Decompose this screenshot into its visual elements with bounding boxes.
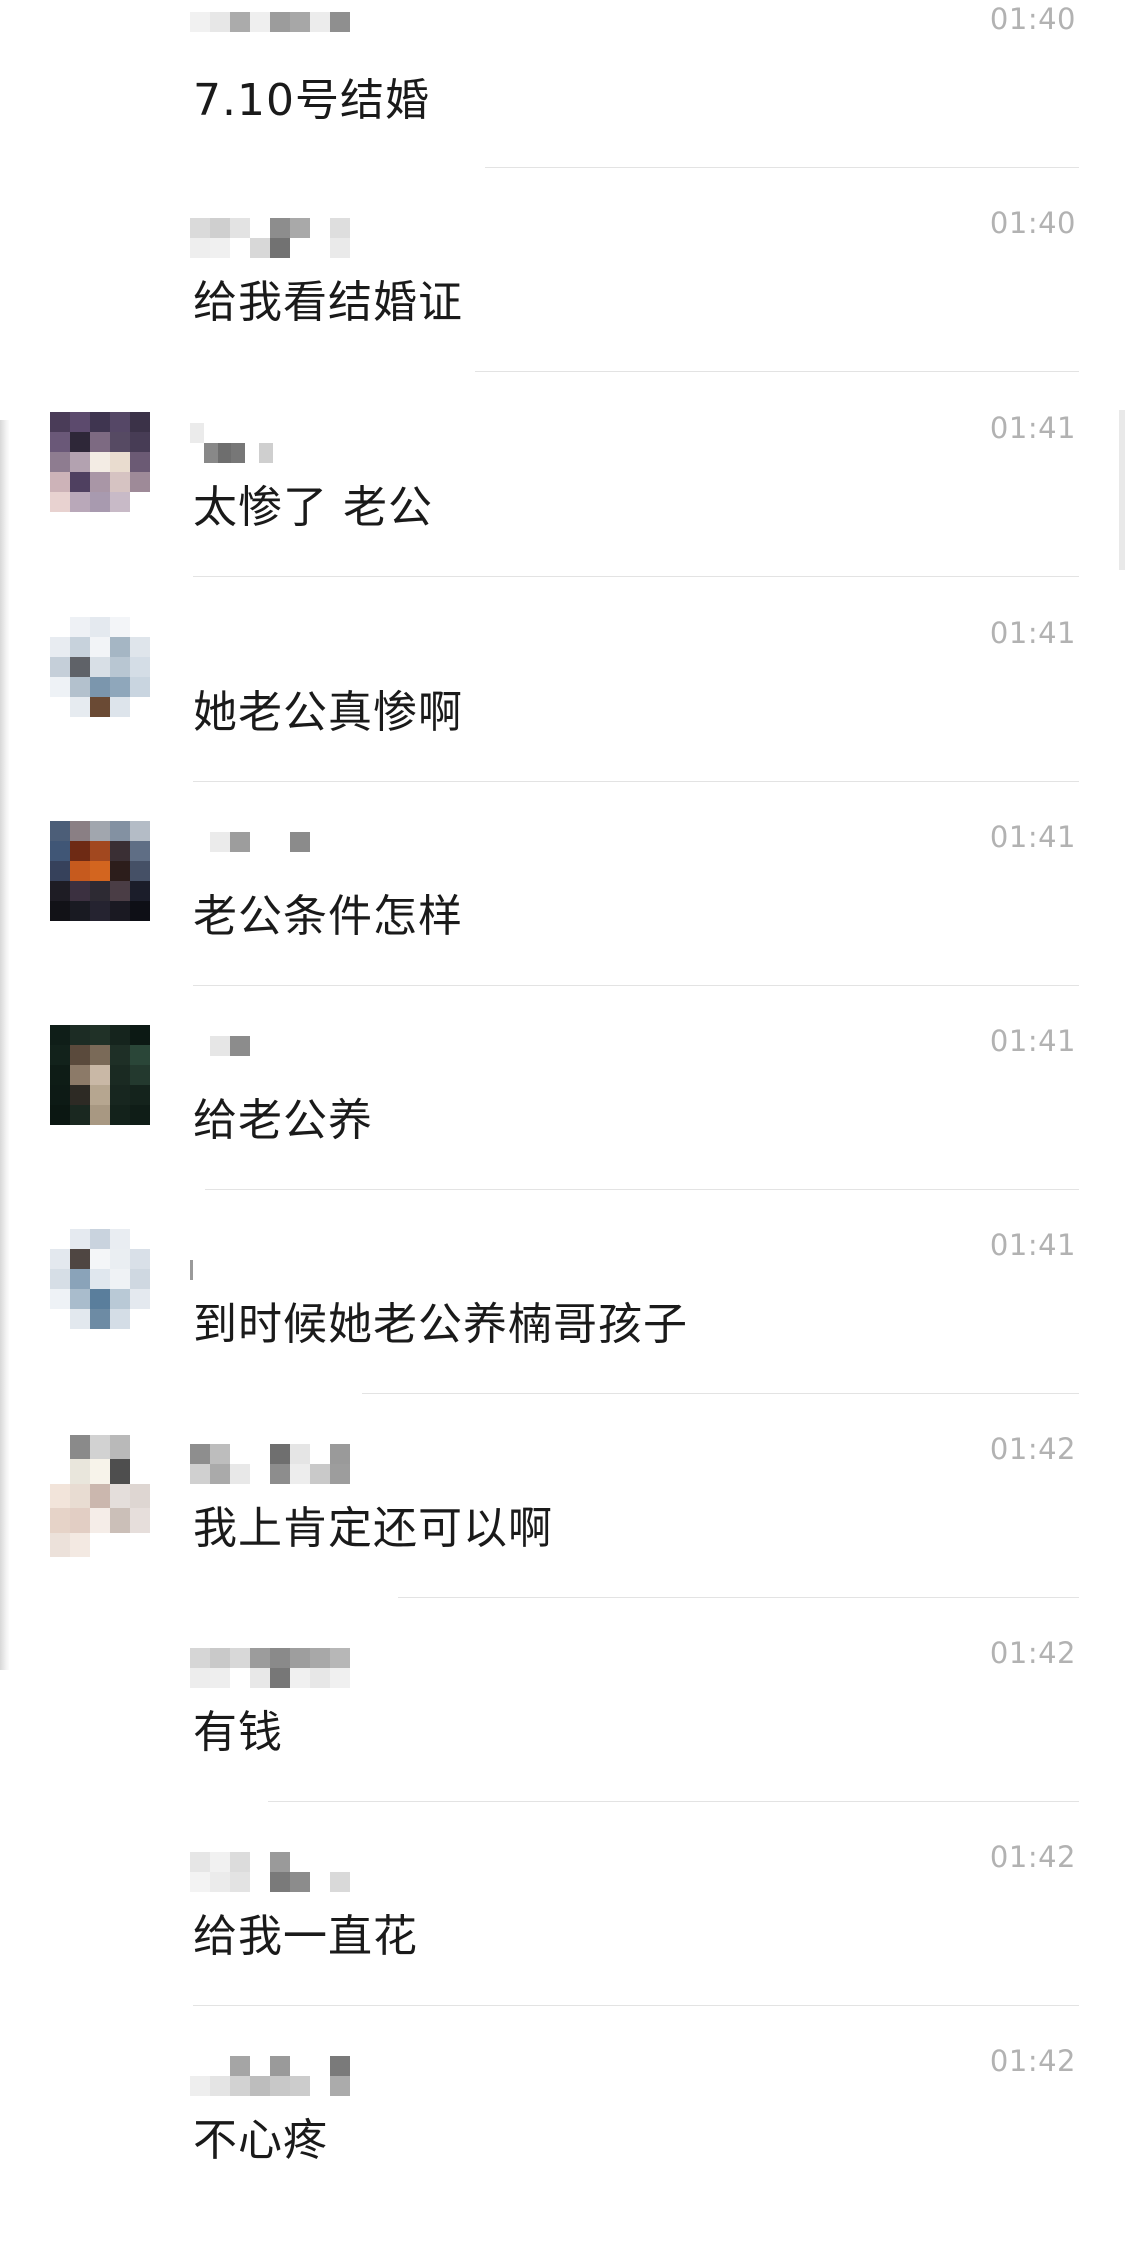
sender-name-blurred [190, 832, 350, 872]
divider [485, 167, 1079, 168]
message-time: 01:40 [989, 206, 1076, 240]
divider [268, 1801, 1079, 1802]
divider [193, 781, 1079, 782]
message-text: 给我一直花 [193, 1911, 418, 1962]
message-time: 01:42 [989, 1840, 1076, 1874]
message-time: 01:40 [989, 2, 1076, 36]
avatar[interactable] [50, 821, 150, 921]
divider [193, 2005, 1079, 2006]
sender-name-blurred [190, 1852, 350, 1892]
sender-name-blurred [190, 423, 300, 463]
divider [193, 576, 1079, 577]
message-text: 老公条件怎样 [193, 891, 463, 942]
message-text: 不心疼 [193, 2115, 328, 2166]
sender-name-blurred [190, 218, 350, 258]
divider [193, 985, 1079, 986]
message-time: 01:42 [989, 2044, 1076, 2078]
message-row[interactable]: 01:41 老公条件怎样 [0, 820, 1125, 1024]
message-row[interactable]: 01:41 太惨了 老公 [0, 411, 1125, 615]
avatar[interactable] [50, 617, 150, 717]
message-row[interactable]: 01:42 我上肯定还可以啊 [0, 1432, 1125, 1636]
message-row[interactable]: 01:40 给我看结婚证 [0, 206, 1125, 410]
message-row[interactable]: 01:42 不心疼 [0, 2044, 1125, 2248]
divider [205, 1189, 1079, 1190]
divider [362, 1393, 1079, 1394]
message-time: 01:41 [989, 1228, 1076, 1262]
message-text: 她老公真惨啊 [193, 687, 463, 738]
message-row[interactable]: 01:41 给老公养 [0, 1024, 1125, 1228]
message-row[interactable]: 01:40 7.10号结婚 [0, 2, 1125, 206]
avatar[interactable] [50, 1025, 150, 1125]
message-text: 到时候她老公养楠哥孩子 [193, 1299, 688, 1350]
message-time: 01:42 [989, 1432, 1076, 1466]
message-text: 给老公养 [193, 1095, 373, 1146]
avatar[interactable] [50, 1229, 150, 1329]
message-row[interactable]: 01:41 她老公真惨啊 [0, 616, 1125, 820]
message-text: 7.10号结婚 [193, 75, 430, 126]
divider [475, 371, 1079, 372]
message-row[interactable]: 01:41 到时候她老公养楠哥孩子 [0, 1228, 1125, 1432]
message-text: 给我看结婚证 [193, 277, 463, 328]
sender-name-blurred [190, 1036, 350, 1076]
message-time: 01:41 [989, 1024, 1076, 1058]
avatar[interactable] [50, 1435, 150, 1557]
avatar[interactable] [50, 412, 150, 512]
message-time: 01:41 [989, 411, 1076, 445]
message-time: 01:42 [989, 1636, 1076, 1670]
message-text: 有钱 [193, 1707, 283, 1758]
sender-name-blurred [190, 1648, 350, 1688]
message-time: 01:41 [989, 616, 1076, 650]
sender-name-blurred [190, 12, 350, 52]
message-time: 01:41 [989, 820, 1076, 854]
sender-name-blurred [190, 1444, 350, 1484]
divider [398, 1597, 1079, 1598]
sender-name-blurred [190, 1240, 210, 1280]
message-row[interactable]: 01:42 有钱 [0, 1636, 1125, 1840]
message-text: 我上肯定还可以啊 [193, 1503, 553, 1554]
message-row[interactable]: 01:42 给我一直花 [0, 1840, 1125, 2044]
message-feed: 01:40 7.10号结婚 01:40 给我看结婚证 01:41 太惨了 老公 [0, 0, 1125, 2166]
sender-name-blurred [190, 2056, 350, 2096]
message-text: 太惨了 老公 [193, 482, 433, 533]
